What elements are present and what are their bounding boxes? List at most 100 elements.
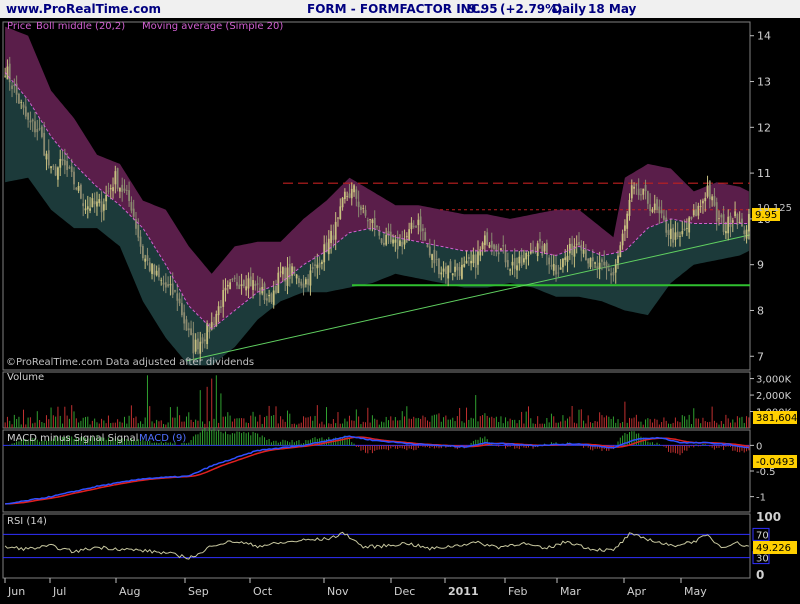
candle-body: [236, 282, 238, 286]
candle-body: [747, 214, 750, 232]
candle-body: [18, 93, 20, 104]
candle-body: [389, 231, 392, 243]
candle-body: [105, 195, 108, 202]
x-tick-label: Sep: [188, 585, 209, 598]
candle-body: [382, 242, 385, 245]
candle-body: [412, 225, 415, 227]
candle-body: [692, 210, 695, 216]
candle-body: [13, 84, 16, 87]
candle-body: [343, 191, 346, 200]
candle-body: [226, 284, 229, 287]
candle-body: [8, 63, 11, 83]
x-tick-label: Feb: [508, 585, 527, 598]
rsi-line: [4, 531, 750, 560]
candle-body: [642, 188, 645, 195]
candle-body: [371, 219, 374, 224]
candle-body: [449, 261, 452, 273]
candle-body: [419, 216, 422, 232]
candle-body: [36, 129, 39, 133]
candle-body: [364, 209, 367, 216]
x-tick-label: Mar: [560, 585, 581, 598]
candle-body: [506, 260, 509, 267]
candle-body: [98, 199, 101, 204]
price-tick-label: 7: [757, 350, 764, 363]
candle-body: [702, 200, 704, 204]
candle-body: [619, 245, 622, 257]
candle-body: [467, 257, 470, 260]
candle-body: [633, 186, 635, 189]
candle-body: [447, 265, 450, 279]
candle-body: [470, 260, 473, 264]
candle-body: [690, 216, 693, 219]
candle-body: [610, 273, 613, 276]
candle-body: [745, 229, 748, 239]
candle-body: [123, 188, 126, 191]
candle-body: [148, 262, 151, 271]
candle-body: [190, 328, 192, 335]
candle-body: [369, 219, 372, 221]
candle-body: [164, 282, 167, 288]
candle-body: [304, 279, 307, 285]
candle-body: [523, 258, 525, 263]
candle-body: [68, 167, 71, 169]
candle-body: [373, 218, 376, 230]
candle-body: [75, 187, 78, 190]
candle-body: [614, 264, 617, 273]
candle-body: [341, 197, 344, 208]
candle-body: [321, 261, 323, 264]
candle-body: [465, 260, 468, 264]
candle-body: [451, 273, 454, 276]
candle-body: [637, 188, 640, 196]
candle-body: [438, 258, 440, 275]
candle-body: [624, 225, 626, 231]
candle-body: [270, 293, 273, 302]
candle-body: [346, 196, 349, 197]
candle-body: [444, 266, 447, 275]
candle-body: [477, 251, 479, 265]
candle-body: [483, 235, 486, 246]
candle-body: [89, 208, 91, 211]
candle-body: [29, 120, 32, 123]
candle-body: [663, 215, 665, 220]
candle-body: [171, 283, 174, 295]
candle-body: [479, 249, 482, 256]
candle-body: [410, 222, 413, 230]
candle-body: [399, 240, 401, 247]
price-tick-label: 9: [757, 259, 764, 272]
candle-body: [500, 248, 502, 251]
candle-body: [392, 239, 394, 244]
rsi-tick-label: 70: [756, 530, 769, 541]
rsi-label: RSI (14): [7, 516, 47, 527]
candle-body: [272, 290, 275, 305]
candle-body: [151, 263, 153, 274]
candle-body: [201, 337, 204, 344]
candle-body: [6, 66, 9, 80]
candle-body: [24, 106, 27, 117]
candle-body: [59, 158, 62, 168]
candle-body: [380, 238, 383, 243]
candle-body: [199, 341, 202, 354]
x-tick-label: Aug: [119, 585, 140, 598]
candle-body: [350, 188, 353, 199]
candle-body: [96, 201, 98, 207]
candle-body: [277, 272, 280, 293]
macd-tick-label: -1: [756, 493, 766, 504]
candle-body: [307, 278, 310, 285]
candle-body: [153, 264, 156, 275]
candle-body: [607, 269, 610, 271]
candle-body: [550, 265, 553, 267]
candle-body: [440, 272, 443, 275]
candle-body: [295, 274, 298, 279]
macd-sub-label: MACD (9): [139, 433, 186, 444]
rsi-tick-label: 30: [756, 554, 769, 565]
candle-body: [568, 243, 571, 254]
candle-body: [353, 185, 355, 193]
candle-body: [146, 255, 149, 262]
candle-body: [617, 255, 619, 264]
candle-body: [11, 85, 13, 89]
price-tick-label: 11: [757, 167, 771, 180]
candle-body: [541, 245, 544, 256]
candle-body: [355, 189, 358, 199]
candle-body: [417, 219, 420, 226]
candle-body: [43, 132, 46, 156]
